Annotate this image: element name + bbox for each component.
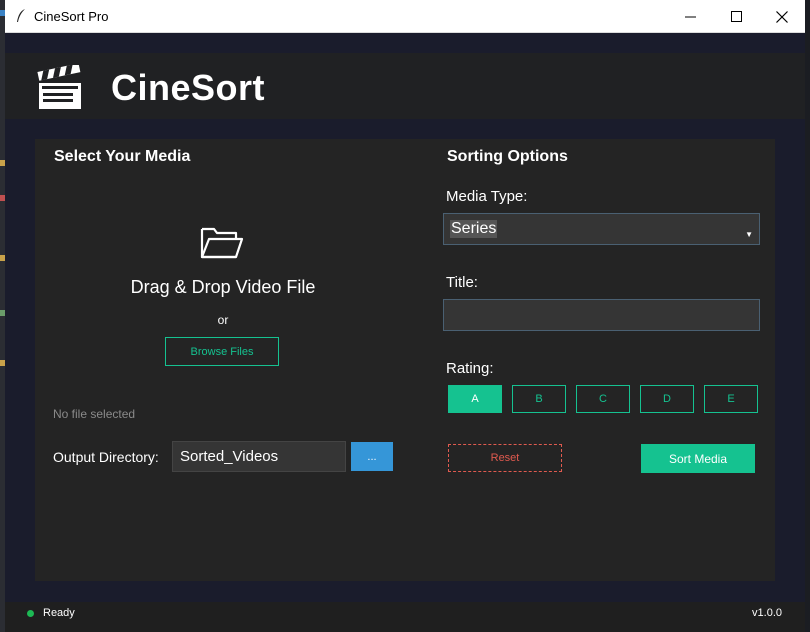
- rating-button-e[interactable]: E: [704, 385, 758, 413]
- app-brand-title: CineSort: [111, 67, 266, 108]
- app-window: CineSort Pro CineSort Select Your Media …: [5, 0, 805, 632]
- minimize-icon: [684, 16, 696, 18]
- maximize-icon: [730, 11, 742, 22]
- status-indicator-icon: [27, 610, 34, 617]
- close-button[interactable]: [759, 0, 805, 33]
- sort-media-button[interactable]: Sort Media: [641, 444, 755, 473]
- title-bar: CineSort Pro: [5, 0, 805, 33]
- close-icon: [776, 10, 788, 23]
- clapperboard-icon: [37, 65, 81, 109]
- rating-button-a[interactable]: A: [448, 385, 502, 413]
- status-bar: Ready v1.0.0: [5, 602, 805, 632]
- rating-label: Rating:: [446, 360, 494, 377]
- title-input[interactable]: [443, 299, 760, 331]
- browse-files-button[interactable]: Browse Files: [165, 337, 279, 366]
- options-section-heading: Sorting Options: [447, 148, 568, 165]
- rating-button-c[interactable]: C: [576, 385, 630, 413]
- file-status-text: No file selected: [53, 407, 136, 421]
- minimize-button[interactable]: [667, 0, 713, 33]
- rating-button-b[interactable]: B: [512, 385, 566, 413]
- window-title: CineSort Pro: [34, 9, 109, 24]
- output-directory-input[interactable]: Sorted_Videos: [172, 441, 346, 472]
- reset-button[interactable]: Reset: [448, 444, 562, 472]
- folder-open-icon: [200, 227, 244, 259]
- main-panel: Select Your Media Drag & Drop Video File…: [35, 139, 775, 581]
- media-type-select[interactable]: Series ▼: [443, 213, 760, 245]
- output-directory-label: Output Directory:: [53, 449, 159, 465]
- version-label: v1.0.0: [752, 607, 782, 619]
- output-directory-browse-button[interactable]: ...: [351, 442, 393, 471]
- media-type-label: Media Type:: [446, 188, 528, 205]
- media-section-heading: Select Your Media: [54, 148, 191, 165]
- output-directory-value: Sorted_Videos: [180, 448, 279, 465]
- app-header: CineSort: [5, 53, 805, 119]
- feather-icon: [17, 9, 25, 22]
- maximize-button[interactable]: [713, 0, 759, 33]
- or-separator: or: [217, 313, 229, 327]
- media-type-value: Series: [450, 220, 498, 238]
- drop-zone-text: Drag & Drop Video File: [130, 277, 316, 297]
- chevron-down-icon: ▼: [745, 230, 753, 239]
- title-label: Title:: [446, 274, 478, 291]
- status-text: Ready: [43, 607, 75, 619]
- rating-button-d[interactable]: D: [640, 385, 694, 413]
